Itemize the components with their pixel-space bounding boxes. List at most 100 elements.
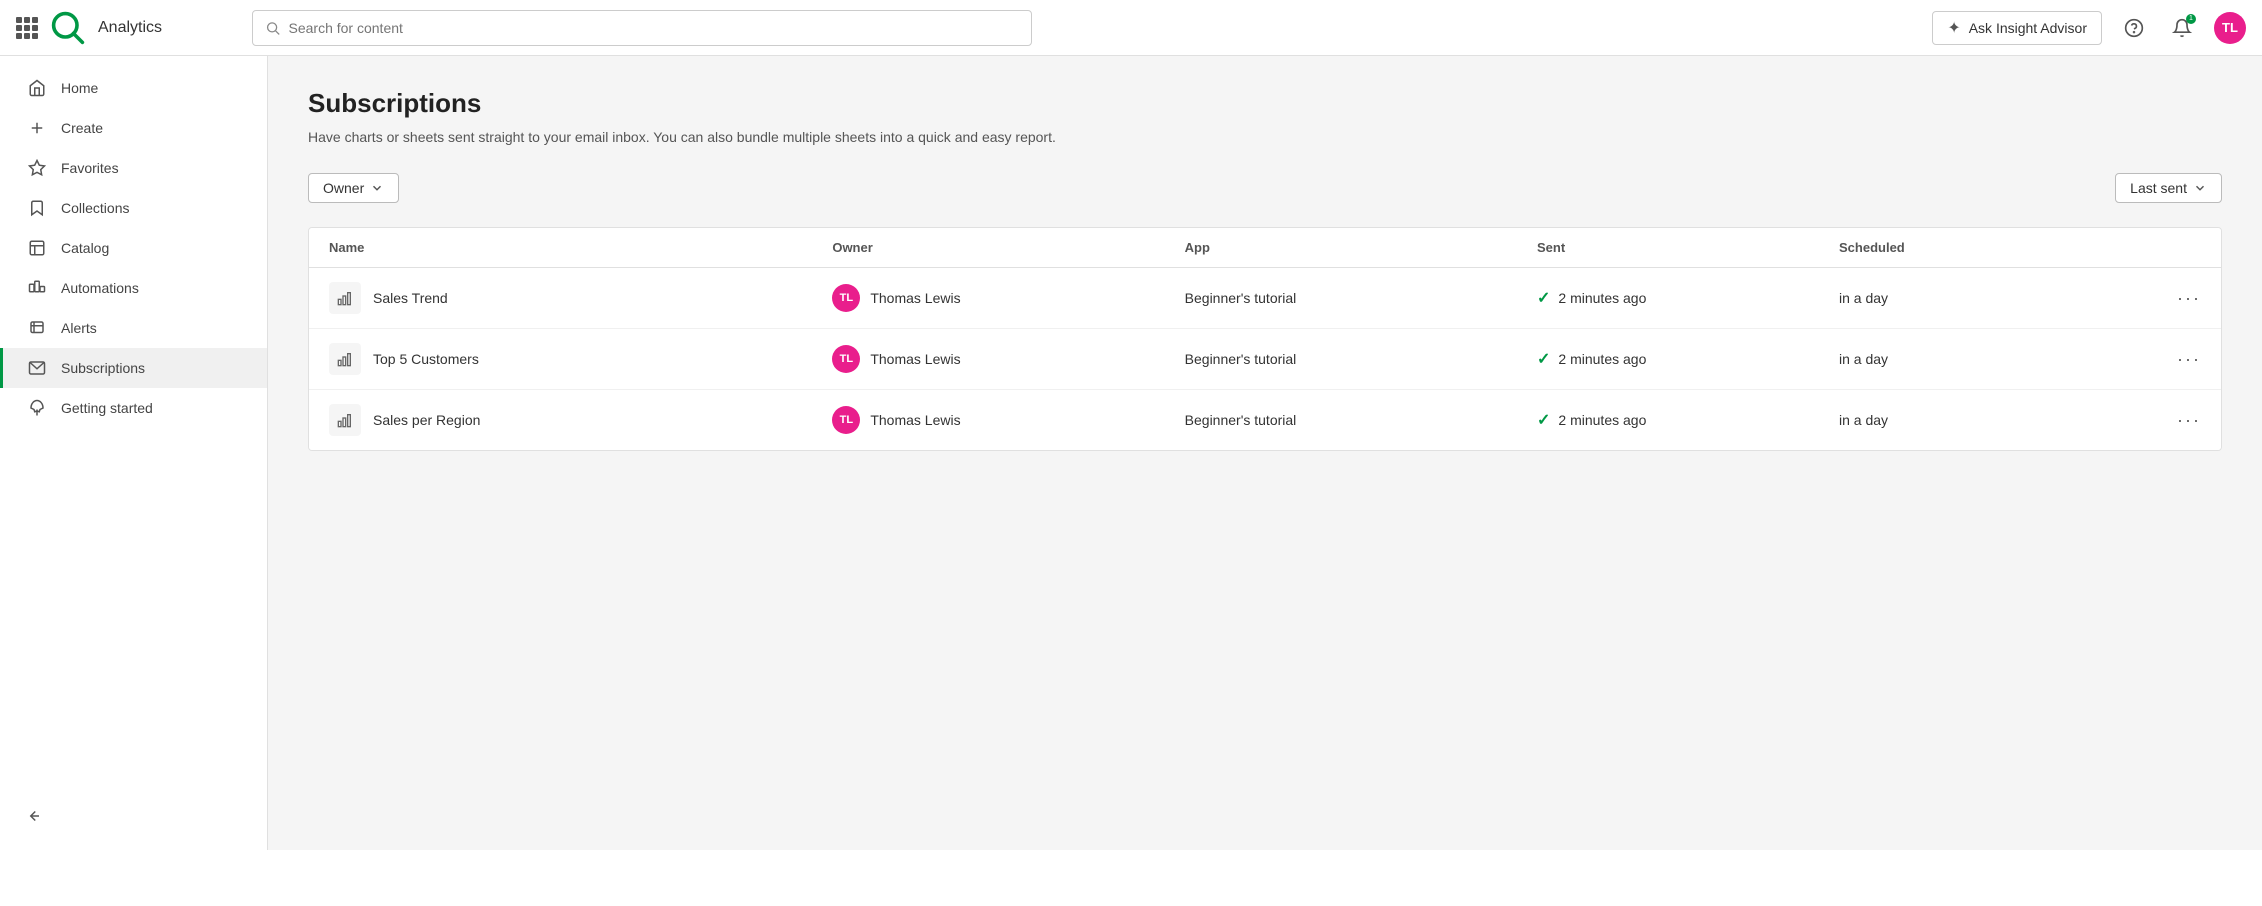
row-2-app: Beginner's tutorial [1185,412,1537,428]
layout: Home Create Favorites [0,56,2262,850]
search-icon [265,20,281,36]
sidebar-item-favorites-label: Favorites [61,160,119,176]
header-right: ✦ Ask Insight Advisor 1 TL [1932,11,2246,45]
row-name-cell: Sales per Region [329,404,832,436]
sidebar-item-catalog[interactable]: Catalog [0,228,267,268]
sidebar-item-catalog-label: Catalog [61,240,109,256]
insight-advisor-label: Ask Insight Advisor [1969,20,2087,36]
row-1-more-button[interactable]: ··· [2141,349,2201,370]
row-0-owner: Thomas Lewis [870,290,960,306]
row-0-sent-cell: ✓ 2 minutes ago [1537,288,1839,308]
bookmark-icon [27,198,47,218]
sidebar-item-automations[interactable]: Automations [0,268,267,308]
sidebar-item-collections[interactable]: Collections [0,188,267,228]
row-1-scheduled: in a day [1839,351,2141,367]
owner-filter-button[interactable]: Owner [308,173,399,203]
row-2-scheduled: in a day [1839,412,2141,428]
row-0-sent: 2 minutes ago [1558,290,1646,306]
sidebar-item-collections-label: Collections [61,200,129,216]
table-row: Top 5 Customers TL Thomas Lewis Beginner… [309,329,2221,390]
row-1-sent-cell: ✓ 2 minutes ago [1537,349,1839,369]
row-2-sent-cell: ✓ 2 minutes ago [1537,410,1839,430]
subscriptions-table: Name Owner App Sent Scheduled [308,227,2222,451]
row-1-name: Top 5 Customers [373,351,479,367]
owner-avatar-0: TL [832,284,860,312]
row-0-app: Beginner's tutorial [1185,290,1537,306]
apps-grid-icon[interactable] [16,17,38,39]
row-2-more-button[interactable]: ··· [2141,410,2201,431]
sidebar-item-subscriptions[interactable]: Subscriptions [0,348,267,388]
row-1-app: Beginner's tutorial [1185,351,1537,367]
row-name-cell: Top 5 Customers [329,343,832,375]
star-icon [27,158,47,178]
check-icon-2: ✓ [1537,410,1550,430]
search-bar[interactable] [252,10,1032,46]
insight-advisor-button[interactable]: ✦ Ask Insight Advisor [1932,11,2102,45]
row-1-owner: Thomas Lewis [870,351,960,367]
col-scheduled: Scheduled [1839,240,2141,255]
automations-icon [27,278,47,298]
owner-filter-label: Owner [323,180,364,196]
owner-avatar-2: TL [832,406,860,434]
notifications-button[interactable]: 1 [2166,12,2198,44]
sidebar-item-create-label: Create [61,120,103,136]
table-header: Name Owner App Sent Scheduled [309,228,2221,268]
row-1-owner-cell: TL Thomas Lewis [832,345,1184,373]
sparkle-icon: ✦ [1947,18,1960,38]
sidebar-item-home-label: Home [61,80,98,96]
sidebar-item-alerts[interactable]: Alerts [0,308,267,348]
col-app: App [1185,240,1537,255]
qlik-logo[interactable] [50,10,86,46]
row-0-scheduled: in a day [1839,290,2141,306]
notification-badge: 1 [2186,14,2196,24]
help-button[interactable] [2118,12,2150,44]
sidebar-item-getting-started-label: Getting started [61,400,153,416]
mail-icon [27,358,47,378]
col-name: Name [329,240,832,255]
row-2-name: Sales per Region [373,412,480,428]
sidebar-item-alerts-label: Alerts [61,320,97,336]
plus-icon [27,118,47,138]
user-avatar[interactable]: TL [2214,12,2246,44]
sidebar-item-getting-started[interactable]: Getting started [0,388,267,428]
row-0-name: Sales Trend [373,290,448,306]
sort-label: Last sent [2130,180,2187,196]
header-left: Analytics [16,10,236,46]
rocket-icon [27,398,47,418]
alerts-bell-icon [27,318,47,338]
chart-icon [329,343,361,375]
row-name-cell: Sales Trend [329,282,832,314]
search-input[interactable] [289,20,1020,36]
col-sent: Sent [1537,240,1839,255]
page-title: Subscriptions [308,88,2222,119]
sidebar: Home Create Favorites [0,56,268,850]
sidebar-item-favorites[interactable]: Favorites [0,148,267,188]
book-icon [27,238,47,258]
sidebar-item-home[interactable]: Home [0,68,267,108]
row-0-more-button[interactable]: ··· [2141,288,2201,309]
chart-icon [329,282,361,314]
sidebar-item-automations-label: Automations [61,280,139,296]
home-icon [27,78,47,98]
check-icon-0: ✓ [1537,288,1550,308]
chart-icon [329,404,361,436]
app-name: Analytics [98,19,162,37]
col-owner: Owner [832,240,1184,255]
collapse-icon [24,807,42,828]
sidebar-item-create[interactable]: Create [0,108,267,148]
sidebar-item-subscriptions-label: Subscriptions [61,360,145,376]
col-actions [2141,240,2201,255]
row-2-owner-cell: TL Thomas Lewis [832,406,1184,434]
row-0-owner-cell: TL Thomas Lewis [832,284,1184,312]
help-icon [2124,18,2144,38]
main-content: Subscriptions Have charts or sheets sent… [268,56,2262,850]
header: Analytics ✦ Ask Insight Advisor 1 [0,0,2262,56]
toolbar: Owner Last sent [308,173,2222,203]
row-2-owner: Thomas Lewis [870,412,960,428]
row-1-sent: 2 minutes ago [1558,351,1646,367]
chevron-down-icon [370,181,384,195]
table-row: Sales Trend TL Thomas Lewis Beginner's t… [309,268,2221,329]
collapse-sidebar-button[interactable] [0,797,267,838]
sort-button[interactable]: Last sent [2115,173,2222,203]
sort-chevron-icon [2193,181,2207,195]
